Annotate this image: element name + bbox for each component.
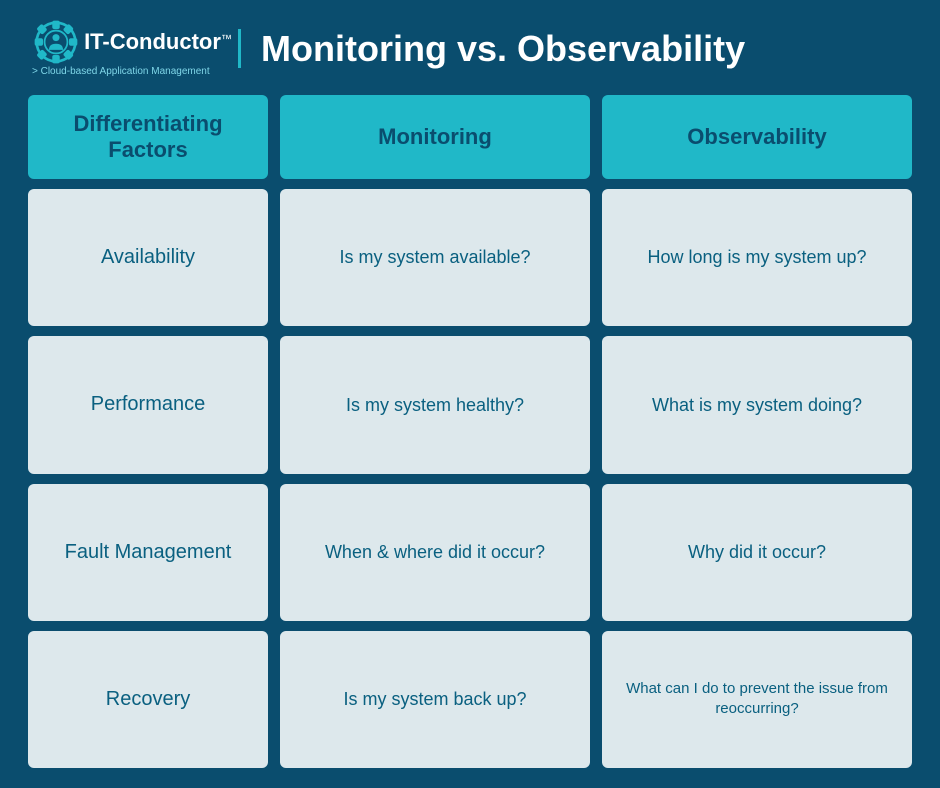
page-title: Monitoring vs. Observability — [261, 29, 912, 69]
observability-recovery: What can I do to prevent the issue from … — [602, 631, 912, 768]
row-availability: Availability Is my system available? How… — [28, 189, 912, 326]
col-header-factors: Differentiating Factors — [28, 95, 268, 179]
row-performance: Performance Is my system healthy? What i… — [28, 336, 912, 473]
monitoring-recovery: Is my system back up? — [280, 631, 590, 768]
row-fault-management: Fault Management When & where did it occ… — [28, 484, 912, 621]
col-header-observability: Observability — [602, 95, 912, 179]
monitoring-fault-management: When & where did it occur? — [280, 484, 590, 621]
observability-availability: How long is my system up? — [602, 189, 912, 326]
logo-box: IT-Conductor™ — [34, 20, 232, 64]
logo-name: IT-Conductor™ — [84, 29, 232, 55]
col-header-monitoring: Monitoring — [280, 95, 590, 179]
header: IT-Conductor™ > Cloud-based Application … — [28, 20, 912, 77]
factor-recovery: Recovery — [28, 631, 268, 768]
observability-performance: What is my system doing? — [602, 336, 912, 473]
title-area: Monitoring vs. Observability — [238, 29, 912, 69]
logo-subtitle: > Cloud-based Application Management — [32, 66, 210, 77]
monitoring-performance: Is my system healthy? — [280, 336, 590, 473]
monitoring-availability: Is my system available? — [280, 189, 590, 326]
factor-availability: Availability — [28, 189, 268, 326]
factor-performance: Performance — [28, 336, 268, 473]
gear-icon — [34, 20, 78, 64]
row-recovery: Recovery Is my system back up? What can … — [28, 631, 912, 768]
logo-area: IT-Conductor™ > Cloud-based Application … — [28, 20, 238, 77]
observability-fault-management: Why did it occur? — [602, 484, 912, 621]
grid-section: Differentiating Factors Monitoring Obser… — [28, 95, 912, 768]
grid-header-row: Differentiating Factors Monitoring Obser… — [28, 95, 912, 179]
main-container: IT-Conductor™ > Cloud-based Application … — [0, 0, 940, 788]
factor-fault-management: Fault Management — [28, 484, 268, 621]
